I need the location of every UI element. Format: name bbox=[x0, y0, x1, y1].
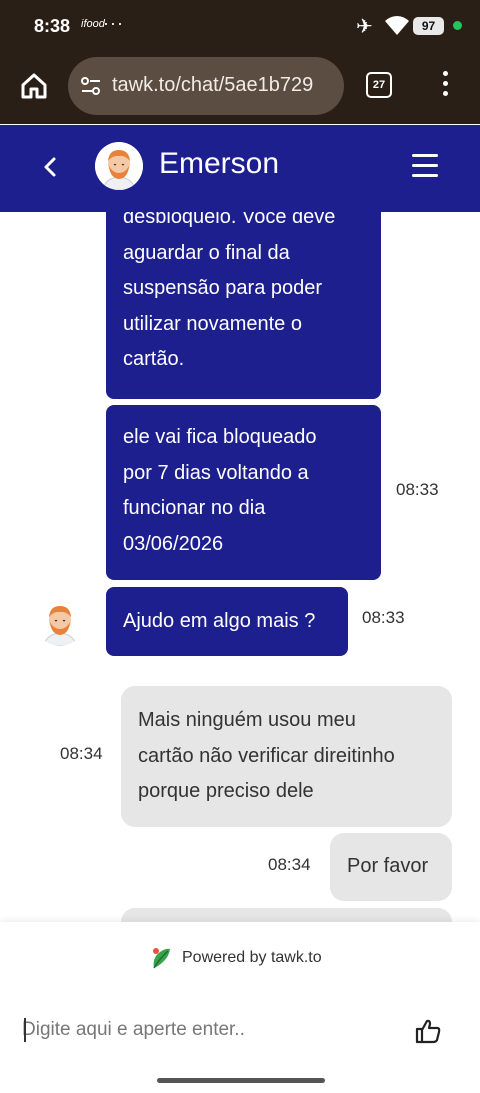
message-list[interactable]: desbloqueio. Você deve aguardar o final … bbox=[0, 212, 480, 922]
message-line: por 7 dias voltando a bbox=[123, 461, 309, 484]
agent-message: ele vai fica bloqueado por 7 dias voltan… bbox=[106, 405, 381, 580]
status-bar: 8:38 ifood ··· ✈ 97 bbox=[0, 0, 480, 52]
address-bar[interactable]: tawk.to/chat/5ae1b729 bbox=[68, 57, 344, 115]
message-line: cartão. bbox=[123, 348, 185, 371]
chat-footer: Powered by tawk.to bbox=[0, 922, 480, 1093]
app-notification-icon: ifood bbox=[81, 18, 105, 30]
message-line: utilizar novamente o bbox=[123, 312, 302, 335]
hamburger-menu-icon[interactable] bbox=[412, 154, 438, 177]
agent-message: Ajudo em algo mais ? bbox=[106, 587, 348, 656]
visitor-message: Mais ninguém usou meu cartão não verific… bbox=[121, 686, 452, 827]
message-line: ele vai fica bloqueado bbox=[123, 426, 317, 448]
message-line: Mais ninguém usou meu bbox=[138, 709, 356, 731]
status-time: 8:38 bbox=[34, 16, 71, 36]
message-input[interactable] bbox=[22, 1014, 392, 1046]
more-menu-icon[interactable] bbox=[440, 71, 450, 101]
more-notifications-indicator: ··· bbox=[103, 13, 124, 33]
powered-by-text: Powered by tawk.to bbox=[182, 949, 322, 966]
text-cursor bbox=[24, 1018, 26, 1042]
thumbs-up-icon[interactable] bbox=[414, 1017, 442, 1045]
wifi-icon bbox=[385, 16, 409, 35]
message-line: Por favor bbox=[347, 855, 429, 877]
message-timestamp: 08:33 bbox=[396, 480, 439, 499]
message-timestamp: 08:33 bbox=[362, 608, 405, 627]
powered-by-link[interactable]: Powered by tawk.to bbox=[150, 946, 322, 970]
tabs-icon[interactable]: 27 bbox=[366, 72, 392, 98]
chat-header: Emerson bbox=[0, 125, 480, 212]
battery-indicator: 97 bbox=[413, 17, 444, 35]
message-timestamp: 08:34 bbox=[268, 855, 311, 874]
message-line: funcionar no dia bbox=[123, 497, 266, 520]
tawk-leaf-icon bbox=[153, 948, 170, 969]
home-icon[interactable] bbox=[20, 72, 48, 100]
back-arrow-icon[interactable] bbox=[40, 153, 62, 181]
site-settings-icon[interactable] bbox=[80, 75, 102, 97]
agent-name: Emerson bbox=[159, 147, 280, 180]
browser-toolbar: tawk.to/chat/5ae1b729 27 bbox=[0, 52, 480, 124]
privacy-dot bbox=[453, 21, 462, 30]
message-timestamp: 08:34 bbox=[60, 744, 103, 763]
url-text: tawk.to/chat/5ae1b729 bbox=[112, 74, 314, 96]
message-line: cartão não verificar direitinho bbox=[138, 744, 395, 767]
message-line: porque preciso dele bbox=[138, 780, 314, 803]
message-line: Ajudo em algo mais ? bbox=[123, 610, 316, 632]
visitor-message-partial bbox=[121, 908, 452, 922]
agent-avatar bbox=[95, 142, 143, 190]
agent-avatar bbox=[36, 598, 84, 646]
message-line: aguardar o final da bbox=[123, 241, 290, 264]
agent-message: desbloqueio. Você deve aguardar o final … bbox=[106, 212, 381, 399]
message-line: suspensão para poder bbox=[123, 277, 323, 300]
message-line: 03/06/2026 bbox=[123, 532, 224, 555]
message-line: desbloqueio. Você deve bbox=[123, 212, 336, 228]
gesture-home-bar[interactable] bbox=[157, 1078, 325, 1083]
visitor-message: Por favor bbox=[330, 833, 452, 901]
airplane-icon: ✈ bbox=[356, 16, 373, 38]
